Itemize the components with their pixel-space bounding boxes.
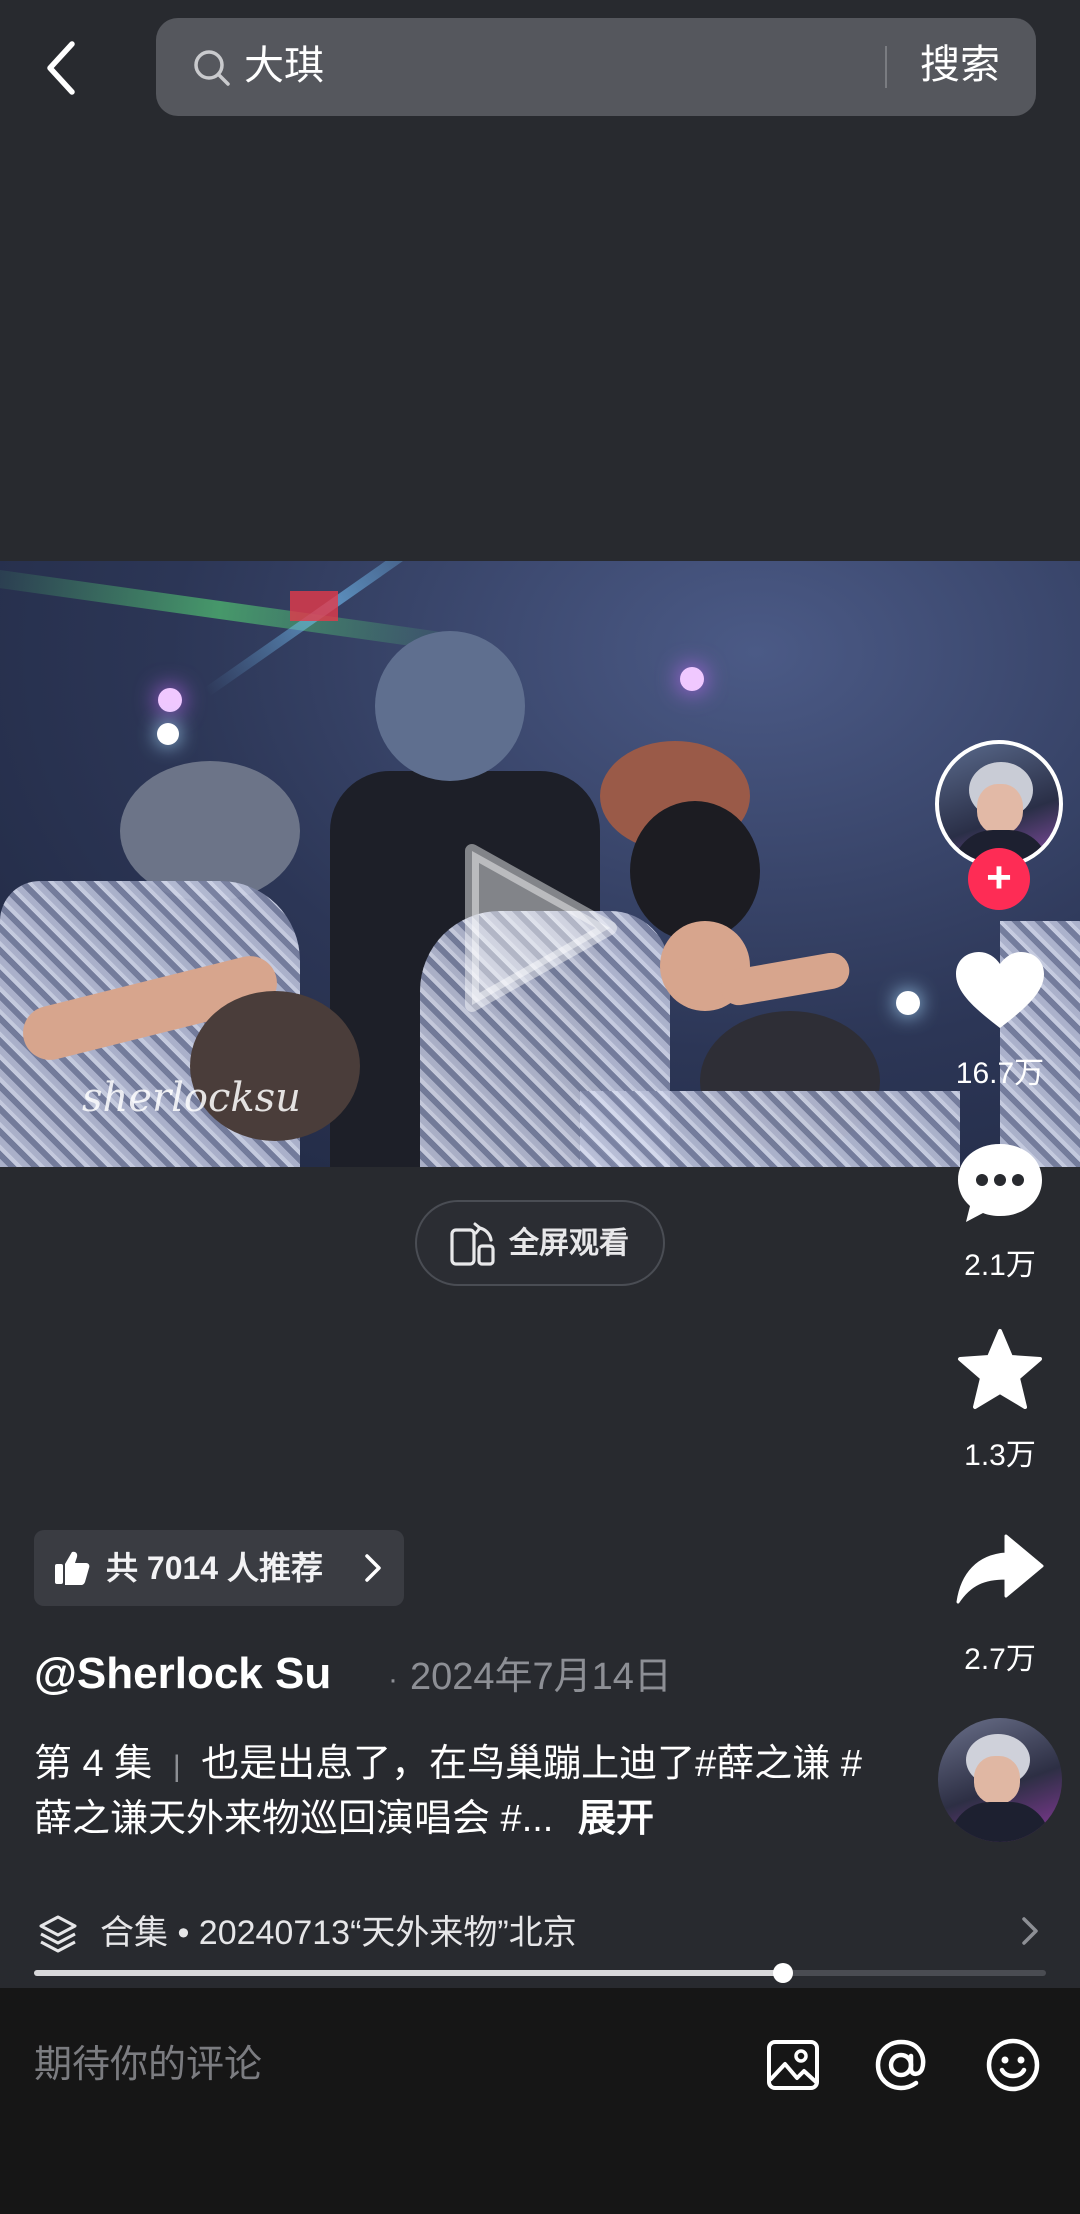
stage-light-beam xyxy=(0,564,479,656)
collection-row[interactable]: 合集 • 20240713“天外来物”北京 xyxy=(34,1908,1034,1958)
dancer-costume xyxy=(580,1091,960,1167)
at-sign-icon[interactable] xyxy=(872,2036,930,2094)
search-icon xyxy=(194,50,230,86)
search-bar[interactable]: 大琪 搜索 xyxy=(156,18,1036,116)
episode-label: 第 4 集 xyxy=(34,1743,153,1785)
play-icon[interactable] xyxy=(460,843,620,1013)
playback-progress-bar[interactable] xyxy=(34,1963,1046,1983)
date-separator: · xyxy=(388,1663,398,1696)
expand-button[interactable]: 展开 xyxy=(578,1798,654,1840)
comment-input[interactable]: 期待你的评论 xyxy=(34,2040,262,2090)
recommend-chip[interactable]: 共 7014 人推荐 xyxy=(34,1530,404,1606)
avatar-body xyxy=(950,1802,1050,1842)
thumbs-up-icon xyxy=(55,1551,90,1585)
recommend-label: 共 7014 人推荐 xyxy=(106,1550,323,1586)
video-player[interactable]: sherlocksu xyxy=(0,561,1080,1167)
heart-icon[interactable] xyxy=(954,950,1046,1032)
chevron-right-icon[interactable] xyxy=(1018,1914,1042,1948)
share-count: 2.7万 xyxy=(964,1643,1036,1676)
video-caption[interactable]: 第 4 集 | 也是出息了，在鸟巢蹦上迪了#薛之谦 #薛之谦天外来物巡回演唱会 … xyxy=(34,1738,894,1845)
search-divider xyxy=(885,46,887,88)
like-count: 16.7万 xyxy=(955,1057,1045,1090)
stage-light xyxy=(290,591,338,621)
collection-label: 合集 • 20240713“天外来物”北京 xyxy=(100,1914,577,1952)
comment-count: 2.1万 xyxy=(964,1249,1036,1282)
author-name[interactable]: @Sherlock Su xyxy=(34,1646,331,1702)
dancer-head xyxy=(630,801,760,941)
progress-knob[interactable] xyxy=(772,1963,793,1983)
avatar-face xyxy=(974,1756,1020,1804)
plus-icon: + xyxy=(986,853,1012,902)
stage-light xyxy=(896,991,920,1015)
chevron-left-icon xyxy=(47,41,75,95)
search-button[interactable]: 搜索 xyxy=(920,40,1000,90)
post-date: 2024年7月14日 xyxy=(410,1656,672,1698)
fullscreen-button[interactable]: 全屏观看 xyxy=(415,1200,665,1286)
fullscreen-label: 全屏观看 xyxy=(509,1227,629,1260)
rotate-phone-icon xyxy=(450,1222,495,1266)
caption-text: 也是出息了，在鸟巢蹦上迪了#薛之谦 #薛之谦天外来物巡回演唱会 #... xyxy=(34,1743,862,1840)
progress-fill xyxy=(34,1970,783,1976)
chevron-right-icon xyxy=(365,1554,381,1582)
caption-separator: | xyxy=(172,1750,181,1783)
avatar-face xyxy=(977,784,1023,834)
speech-bubble-icon[interactable] xyxy=(954,1140,1046,1226)
back-button[interactable] xyxy=(30,34,98,102)
favorite-count: 1.3万 xyxy=(964,1439,1036,1472)
star-icon[interactable] xyxy=(956,1328,1044,1412)
stage-light xyxy=(157,723,179,745)
layers-icon xyxy=(39,1915,77,1953)
image-icon[interactable] xyxy=(764,2036,822,2094)
stage-light xyxy=(158,688,182,712)
share-arrow-icon[interactable] xyxy=(956,1534,1044,1604)
emoji-icon[interactable] xyxy=(984,2036,1042,2094)
music-disc-avatar[interactable] xyxy=(938,1718,1062,1842)
comment-bar: 期待你的评论 xyxy=(0,1988,1080,2214)
follow-button[interactable]: + xyxy=(968,848,1030,910)
stage-light xyxy=(680,667,704,691)
search-input[interactable]: 大琪 xyxy=(244,42,324,90)
post-date-line: · 2024年7月14日 xyxy=(388,1652,672,1705)
dancer-head xyxy=(120,761,300,901)
video-watermark: sherlocksu xyxy=(82,1075,301,1121)
performer-head xyxy=(375,631,525,781)
